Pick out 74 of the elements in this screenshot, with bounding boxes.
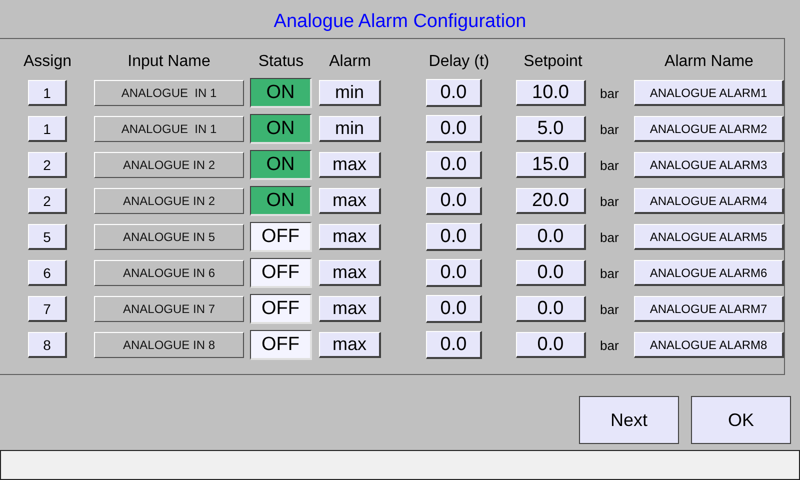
setpoint-field[interactable]: 0.0 bbox=[516, 332, 586, 358]
delay-field[interactable]: 0.0 bbox=[426, 259, 482, 287]
delay-field[interactable]: 0.0 bbox=[426, 151, 482, 179]
status-toggle[interactable]: ON bbox=[250, 150, 312, 180]
status-toggle[interactable]: ON bbox=[250, 186, 312, 216]
unit-label: bar bbox=[600, 338, 620, 352]
alarm-name-field[interactable]: ANALOGUE ALARM5 bbox=[634, 224, 784, 250]
assign-field[interactable]: 2 bbox=[28, 188, 67, 214]
column-header: Input Name bbox=[126, 53, 212, 71]
column-header: Setpoint bbox=[522, 53, 584, 71]
assign-field[interactable]: 1 bbox=[28, 116, 67, 142]
assign-field[interactable]: 2 bbox=[28, 152, 67, 178]
input-name-button[interactable]: ANALOGUE IN 1 bbox=[94, 80, 244, 106]
status-toggle[interactable]: OFF bbox=[250, 294, 312, 324]
status-toggle[interactable]: ON bbox=[250, 78, 312, 108]
alarm-name-field[interactable]: ANALOGUE ALARM7 bbox=[634, 296, 784, 322]
delay-field[interactable]: 0.0 bbox=[426, 223, 482, 251]
alarm-type-field[interactable]: max bbox=[319, 260, 381, 286]
assign-field[interactable]: 1 bbox=[28, 80, 67, 106]
column-header: Assign bbox=[22, 53, 73, 71]
assign-field[interactable]: 8 bbox=[28, 332, 67, 358]
alarm-type-field[interactable]: max bbox=[319, 224, 381, 250]
column-header: Alarm bbox=[328, 53, 372, 71]
assign-field[interactable]: 7 bbox=[28, 296, 67, 322]
ok-button[interactable]: OK bbox=[691, 396, 791, 444]
delay-field[interactable]: 0.0 bbox=[426, 295, 482, 323]
alarm-type-field[interactable]: max bbox=[319, 296, 381, 322]
delay-field[interactable]: 0.0 bbox=[426, 187, 482, 215]
input-name-button[interactable]: ANALOGUE IN 8 bbox=[94, 332, 244, 358]
setpoint-field[interactable]: 0.0 bbox=[516, 260, 586, 286]
unit-label: bar bbox=[600, 158, 620, 172]
status-toggle[interactable]: ON bbox=[250, 114, 312, 144]
alarm-type-field[interactable]: min bbox=[319, 116, 381, 142]
alarm-name-field[interactable]: ANALOGUE ALARM2 bbox=[634, 116, 784, 142]
input-name-button[interactable]: ANALOGUE IN 7 bbox=[94, 296, 244, 322]
alarm-type-field[interactable]: max bbox=[319, 332, 381, 358]
unit-label: bar bbox=[600, 86, 620, 100]
alarm-name-field[interactable]: ANALOGUE ALARM4 bbox=[634, 188, 784, 214]
setpoint-field[interactable]: 5.0 bbox=[516, 116, 586, 142]
alarm-name-field[interactable]: ANALOGUE ALARM6 bbox=[634, 260, 784, 286]
unit-label: bar bbox=[600, 230, 620, 244]
input-name-button[interactable]: ANALOGUE IN 2 bbox=[94, 152, 244, 178]
alarm-name-field[interactable]: ANALOGUE ALARM8 bbox=[634, 332, 784, 358]
unit-label: bar bbox=[600, 194, 620, 208]
alarm-type-field[interactable]: min bbox=[319, 80, 381, 106]
input-name-button[interactable]: ANALOGUE IN 1 bbox=[94, 116, 244, 142]
status-toggle[interactable]: OFF bbox=[250, 330, 312, 360]
alarm-type-field[interactable]: max bbox=[319, 152, 381, 178]
column-header: Status bbox=[257, 53, 305, 71]
alarm-name-field[interactable]: ANALOGUE ALARM1 bbox=[634, 80, 784, 106]
assign-field[interactable]: 6 bbox=[28, 260, 67, 286]
column-header: Alarm Name bbox=[664, 53, 754, 71]
screen-title: Analogue Alarm Configuration bbox=[272, 10, 528, 34]
status-toggle[interactable]: OFF bbox=[250, 258, 312, 288]
input-name-button[interactable]: ANALOGUE IN 5 bbox=[94, 224, 244, 250]
status-toggle[interactable]: OFF bbox=[250, 222, 312, 252]
delay-field[interactable]: 0.0 bbox=[426, 115, 482, 143]
assign-field[interactable]: 5 bbox=[28, 224, 67, 250]
setpoint-field[interactable]: 0.0 bbox=[516, 224, 586, 250]
unit-label: bar bbox=[600, 122, 620, 136]
setpoint-field[interactable]: 0.0 bbox=[516, 296, 586, 322]
alarm-type-field[interactable]: max bbox=[319, 188, 381, 214]
setpoint-field[interactable]: 15.0 bbox=[516, 152, 586, 178]
unit-label: bar bbox=[600, 266, 620, 280]
input-name-button[interactable]: ANALOGUE IN 6 bbox=[94, 260, 244, 286]
delay-field[interactable]: 0.0 bbox=[426, 79, 482, 107]
next-button[interactable]: Next bbox=[579, 396, 679, 444]
column-header: Delay (t) bbox=[428, 53, 490, 71]
setpoint-field[interactable]: 20.0 bbox=[516, 188, 586, 214]
input-name-button[interactable]: ANALOGUE IN 2 bbox=[94, 188, 244, 214]
setpoint-field[interactable]: 10.0 bbox=[516, 80, 586, 106]
alarm-name-field[interactable]: ANALOGUE ALARM3 bbox=[634, 152, 784, 178]
delay-field[interactable]: 0.0 bbox=[426, 331, 482, 359]
unit-label: bar bbox=[600, 302, 620, 316]
